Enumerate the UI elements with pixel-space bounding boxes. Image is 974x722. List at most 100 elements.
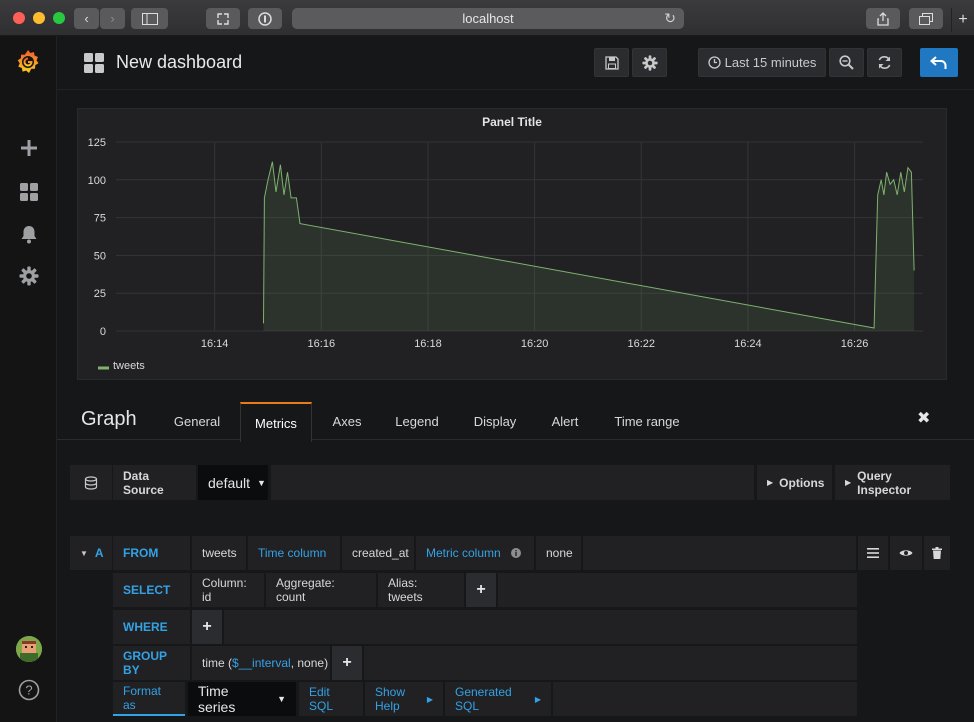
password-extension-button[interactable] xyxy=(248,8,282,29)
zoom-out-button[interactable] xyxy=(829,48,864,77)
query-where-row: WHERE + xyxy=(113,610,857,644)
expand-icon xyxy=(217,12,229,25)
show-help-button[interactable]: Show Help ▶ xyxy=(365,682,443,716)
query-ref-toggle[interactable]: ▼ A xyxy=(70,536,112,570)
format-select[interactable]: Time series ▼ xyxy=(188,682,296,716)
query-groupby-row: GROUP BY time ($__interval, none) + xyxy=(113,646,857,680)
y-tick-label: 0 xyxy=(100,326,106,338)
edit-sql-button[interactable]: Edit SQL xyxy=(299,682,363,716)
close-editor-button[interactable]: ✖ xyxy=(917,408,930,428)
help-menu-item[interactable]: ? xyxy=(17,678,41,702)
gear-icon xyxy=(19,266,39,286)
tabs-overview-button[interactable] xyxy=(909,8,943,29)
metric-column-label: Metric column xyxy=(426,546,501,560)
format-row-spacer xyxy=(553,682,857,716)
select-aggregate[interactable]: Aggregate: count xyxy=(266,573,376,607)
share-icon xyxy=(877,11,889,26)
fullscreen-button[interactable] xyxy=(206,8,240,29)
info-icon[interactable] xyxy=(510,548,521,558)
toggle-visibility-button[interactable] xyxy=(890,536,922,570)
tab-display[interactable]: Display xyxy=(459,402,531,440)
y-tick-label: 125 xyxy=(88,137,106,149)
tab-legend[interactable]: Legend xyxy=(383,402,451,440)
x-tick-label: 16:24 xyxy=(734,338,762,350)
groupby-time[interactable]: time ($__interval, none) xyxy=(192,646,330,680)
minimize-window-button[interactable] xyxy=(33,12,45,24)
address-bar[interactable]: localhost ↻ xyxy=(292,8,684,29)
trash-icon xyxy=(932,547,942,559)
add-where-button[interactable]: + xyxy=(192,610,222,644)
close-icon: ✖ xyxy=(917,410,931,427)
zoom-out-icon xyxy=(839,55,854,70)
tab-general[interactable]: General xyxy=(161,402,233,440)
time-column-value[interactable]: created_at xyxy=(342,536,414,570)
grafana-logo[interactable] xyxy=(14,48,42,76)
select-alias[interactable]: Alias: tweets xyxy=(378,573,464,607)
tab-time-range[interactable]: Time range xyxy=(600,402,694,440)
dashboard-settings-button[interactable] xyxy=(632,48,667,77)
graph-chart[interactable]: 125 100 75 50 25 0 16:14 16:16 16:18 16:20 16:22 16… xyxy=(78,109,948,381)
alerting-menu-item[interactable] xyxy=(17,222,41,246)
tab-metrics[interactable]: Metrics xyxy=(240,402,312,442)
legend-item-tweets[interactable]: tweets xyxy=(113,360,145,372)
refresh-button[interactable] xyxy=(867,48,902,77)
dashboards-menu-item[interactable] xyxy=(17,180,41,204)
eye-icon xyxy=(899,550,913,556)
panel-editor-header: Graph General Metrics Axes Legend Displa… xyxy=(57,398,974,442)
svg-text:?: ? xyxy=(25,683,32,698)
help-icon: ? xyxy=(18,679,40,701)
zoom-window-button[interactable] xyxy=(53,12,65,24)
browser-titlebar: ‹ › localhost ↻ + xyxy=(0,0,974,36)
back-to-dashboard-button[interactable] xyxy=(920,48,958,77)
generated-sql-button[interactable]: Generated SQL ▶ xyxy=(445,682,551,716)
datasource-select[interactable]: default ▼ xyxy=(198,465,268,500)
query-menu-button[interactable] xyxy=(858,536,888,570)
caret-down-icon: ▼ xyxy=(80,548,88,558)
sidebar-toggle-button[interactable] xyxy=(131,8,168,29)
add-select-button[interactable]: + xyxy=(466,573,496,607)
bell-icon xyxy=(21,226,37,244)
datasource-row: Data Source default ▼ ▶ Options ▶ Query … xyxy=(70,465,950,500)
caret-right-icon: ▶ xyxy=(767,478,774,487)
back-nav-button[interactable]: ‹ xyxy=(74,8,99,29)
select-column[interactable]: Column: id xyxy=(192,573,264,607)
metric-column-value[interactable]: none xyxy=(536,536,581,570)
series-area xyxy=(263,161,915,331)
add-groupby-button[interactable]: + xyxy=(332,646,362,680)
query-select-row: SELECT Column: id Aggregate: count Alias… xyxy=(113,573,857,607)
time-picker-button[interactable]: Last 15 minutes xyxy=(698,48,826,77)
save-icon xyxy=(604,55,619,70)
plus-icon: + xyxy=(202,618,212,635)
user-avatar[interactable] xyxy=(16,636,42,662)
x-tick-label: 16:26 xyxy=(841,338,869,350)
options-label: Options xyxy=(779,475,825,490)
onepassword-icon xyxy=(258,11,272,26)
query-inspector-toggle[interactable]: ▶ Query Inspector xyxy=(835,465,950,500)
time-range-label: Last 15 minutes xyxy=(724,55,817,70)
dashboard-title[interactable]: New dashboard xyxy=(116,52,242,73)
forward-nav-button[interactable]: › xyxy=(100,8,125,29)
query-inspector-label: Query Inspector xyxy=(857,468,912,497)
delete-query-button[interactable] xyxy=(924,536,950,570)
format-value: Time series xyxy=(198,683,236,715)
create-menu-item[interactable] xyxy=(17,136,41,160)
select-row-spacer xyxy=(498,573,857,607)
save-dashboard-button[interactable] xyxy=(594,48,629,77)
tab-axes[interactable]: Axes xyxy=(319,402,375,440)
chevron-right-icon: › xyxy=(110,11,115,26)
dashboards-grid-icon xyxy=(20,183,38,201)
avatar-icon xyxy=(16,636,42,662)
share-button[interactable] xyxy=(866,8,900,29)
query-ref-label: A xyxy=(94,546,104,560)
reload-icon[interactable]: ↻ xyxy=(664,10,676,27)
generated-sql-label: Generated SQL xyxy=(455,685,512,713)
configuration-menu-item[interactable] xyxy=(17,264,41,288)
from-table[interactable]: tweets xyxy=(192,536,246,570)
query-format-row: Format as Time series ▼ Edit SQL Show He… xyxy=(113,682,857,716)
options-toggle[interactable]: ▶ Options xyxy=(757,465,832,500)
graph-panel[interactable]: Panel Title 125 100 75 50 25 0 16:14 16:16 16:18… xyxy=(77,108,947,380)
new-tab-button[interactable]: + xyxy=(951,8,974,32)
tab-alert[interactable]: Alert xyxy=(538,402,592,440)
close-window-button[interactable] xyxy=(13,12,25,24)
groupby-row-spacer xyxy=(364,646,857,680)
